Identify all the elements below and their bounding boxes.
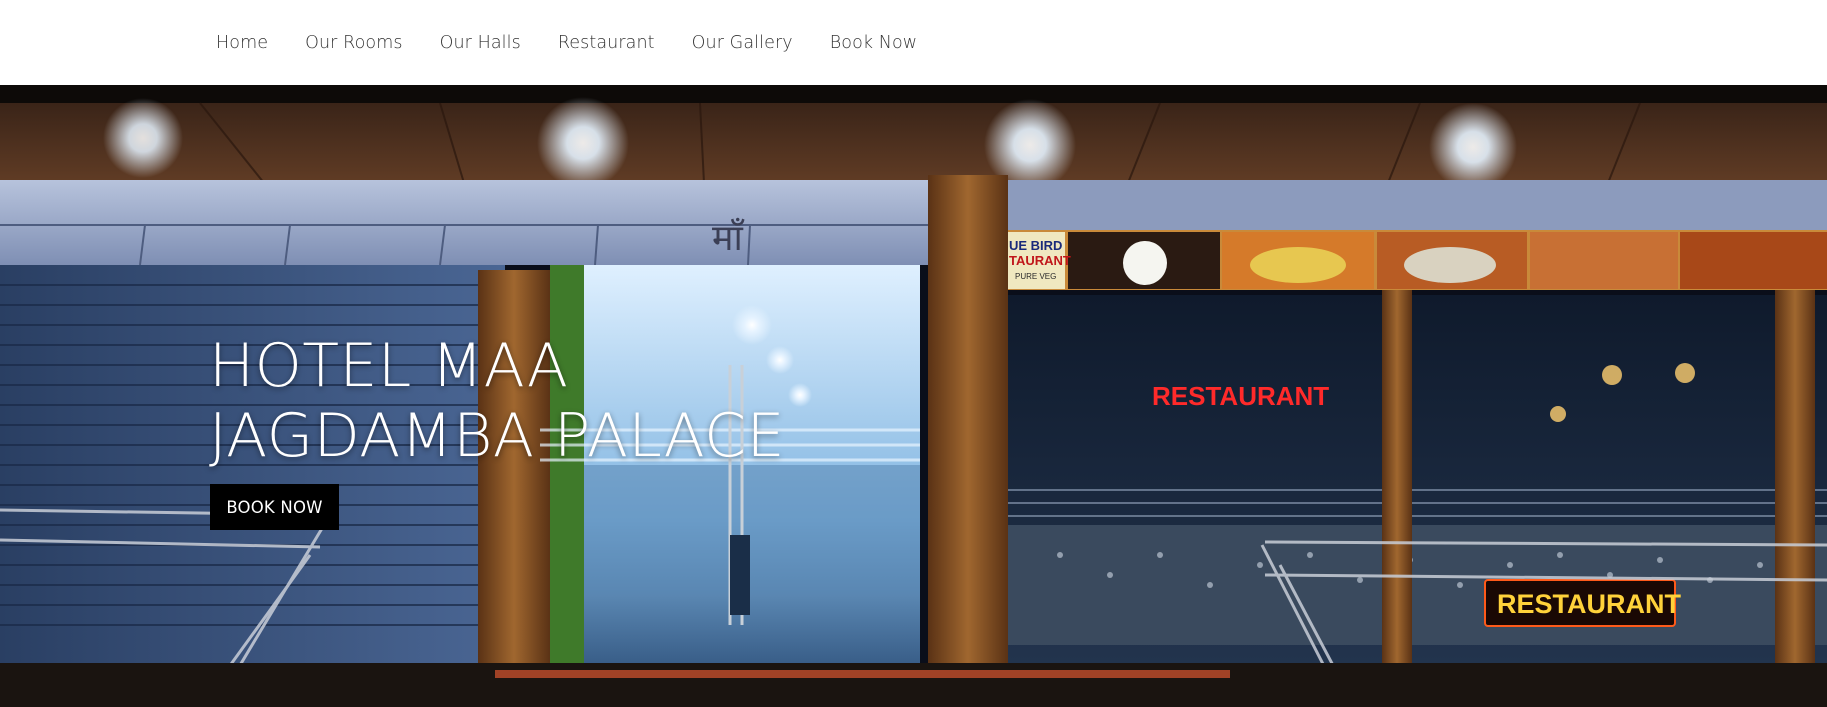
- nav-link-our-rooms[interactable]: Our Rooms: [305, 33, 402, 53]
- nav-link-book-now[interactable]: Book Now: [830, 33, 917, 53]
- hero-title-line2: JAGDAMBA PALACE: [209, 401, 785, 471]
- nav-list: Home Our Rooms Our Halls Restaurant Our …: [216, 0, 954, 85]
- nav-link-restaurant[interactable]: Restaurant: [558, 33, 655, 53]
- nav-link-our-gallery[interactable]: Our Gallery: [692, 33, 793, 53]
- hero-book-now-button[interactable]: BOOK NOW: [210, 484, 339, 530]
- banner-logo-line3: PURE VEG: [1015, 272, 1056, 281]
- hero-section: माँ UE BIRD TAURANT PURE VEG RESTAURANT …: [0, 85, 1827, 707]
- restaurant-neon-sign-upper: RESTAURANT: [1152, 381, 1329, 411]
- banner-logo-line1: UE BIRD: [1009, 238, 1062, 253]
- top-navbar: Home Our Rooms Our Halls Restaurant Our …: [0, 0, 1827, 85]
- nav-link-our-halls[interactable]: Our Halls: [440, 33, 521, 53]
- hero-title-line1: HOTEL MAA: [209, 331, 569, 401]
- devanagari-mark: माँ: [712, 217, 745, 259]
- restaurant-neon-sign-lower: RESTAURANT: [1497, 589, 1681, 619]
- banner-logo-line2: TAURANT: [1009, 253, 1071, 268]
- hero-title: HOTEL MAA JAGDAMBA PALACE: [209, 331, 785, 471]
- nav-link-home[interactable]: Home: [216, 33, 268, 53]
